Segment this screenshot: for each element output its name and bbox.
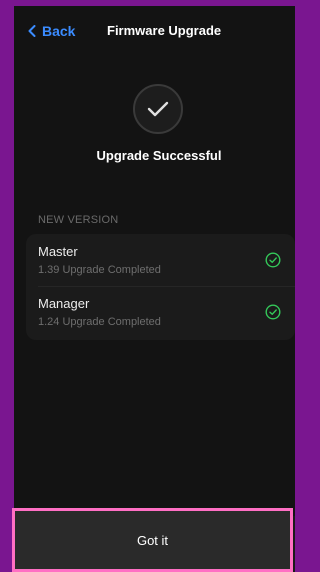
firmware-upgrade-screen: Back Firmware Upgrade Upgrade Successful… — [14, 6, 295, 572]
got-it-label: Got it — [136, 532, 169, 548]
page-title: Firmware Upgrade — [107, 23, 222, 38]
upgrade-detail: 1.39 Upgrade Completed — [38, 264, 161, 276]
list-item: Manager 1.24 Upgrade Completed — [26, 286, 295, 338]
device-name: Master — [38, 244, 78, 259]
back-label: Back — [42, 23, 76, 39]
checkmark-icon — [133, 84, 183, 134]
device-frame: Back Firmware Upgrade Upgrade Successful… — [0, 0, 295, 572]
navigation-bar: Back Firmware Upgrade — [14, 20, 295, 42]
check-circle-icon — [265, 304, 281, 320]
back-button[interactable]: Back — [28, 20, 75, 42]
got-it-button[interactable]: Got it — [12, 508, 293, 572]
device-name: Manager — [38, 296, 90, 311]
version-list: Master 1.39 Upgrade Completed Manager 1.… — [26, 234, 295, 340]
chevron-left-icon — [28, 25, 36, 37]
upgrade-detail: 1.24 Upgrade Completed — [38, 316, 161, 328]
section-label: NEW VERSION — [38, 214, 119, 226]
check-circle-icon — [265, 252, 281, 268]
upgrade-status-text: Upgrade Successful — [96, 148, 222, 163]
list-item: Master 1.39 Upgrade Completed — [26, 234, 295, 286]
